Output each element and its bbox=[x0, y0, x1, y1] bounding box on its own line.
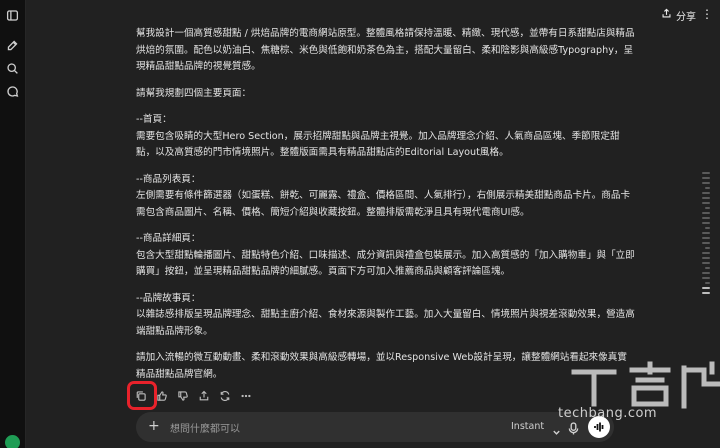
share-label: 分享 bbox=[676, 11, 696, 23]
new-chat-icon[interactable] bbox=[5, 38, 20, 53]
copy-button-highlight bbox=[127, 381, 157, 410]
chat-bubble-icon[interactable] bbox=[5, 84, 20, 99]
more-options-icon[interactable]: ⋮ bbox=[701, 7, 714, 21]
message-paragraph: --商品列表頁： 左側需要有條件篩選器（如蛋糕、餅乾、可麗露、禮盒、價格區間、人… bbox=[136, 173, 631, 218]
composer: + 想問什麼都可以 Instant bbox=[136, 412, 614, 442]
thumbs-down-icon[interactable] bbox=[176, 389, 190, 403]
attach-plus-icon[interactable]: + bbox=[148, 418, 160, 435]
avatar[interactable] bbox=[5, 435, 20, 448]
message-paragraph: 請加入流暢的微互動動畫、柔和滾動效果與高級感轉場，並以Responsive We… bbox=[136, 352, 627, 380]
user-message: 幫我設計一個高質感甜點 / 烘焙品牌的電商網站原型。整體風格請保持溫暖、精緻、現… bbox=[136, 26, 636, 393]
regenerate-icon[interactable] bbox=[218, 389, 232, 403]
scroll-minimap[interactable] bbox=[702, 172, 710, 297]
share-icon bbox=[661, 8, 672, 22]
sidebar-toggle-icon[interactable] bbox=[5, 8, 20, 23]
prompt-input[interactable]: 想問什麼都可以 bbox=[170, 420, 240, 435]
chat-main: 分享 ⋮ 幫我設計一個高質感甜點 / 烘焙品牌的電商網站原型。整體風格請保持溫暖… bbox=[26, 0, 720, 448]
message-paragraph: --商品詳細頁： 包含大型甜點輪播圖片、甜點特色介紹、口味描述、成分資訊與禮盒包… bbox=[136, 233, 635, 277]
message-paragraph: 幫我設計一個高質感甜點 / 烘焙品牌的電商網站原型。整體風格請保持溫暖、精緻、現… bbox=[136, 28, 635, 72]
chevron-down-icon[interactable] bbox=[552, 422, 562, 435]
message-paragraph: --首頁： 需要包含吸睛的大型Hero Section，展示招牌甜點與品牌主視覺… bbox=[136, 114, 620, 158]
left-rail bbox=[0, 0, 26, 448]
search-icon[interactable] bbox=[5, 61, 20, 76]
message-paragraph: 請幫我規劃四個主要頁面： bbox=[136, 87, 252, 99]
message-paragraph: --品牌故事頁： 以雜誌感排版呈現品牌理念、甜點主廚介紹、食材來源與製作工藝。加… bbox=[136, 292, 635, 337]
app-window: 分享 ⋮ 幫我設計一個高質感甜點 / 烘焙品牌的電商網站原型。整體風格請保持溫暖… bbox=[0, 0, 720, 448]
share-button[interactable]: 分享 bbox=[661, 8, 696, 23]
more-actions-icon[interactable] bbox=[239, 389, 253, 403]
model-mode-label[interactable]: Instant bbox=[511, 421, 544, 432]
watermark-site: techbang.com bbox=[558, 406, 658, 421]
share-message-icon[interactable] bbox=[197, 389, 211, 403]
thumbs-up-icon[interactable] bbox=[155, 389, 169, 403]
